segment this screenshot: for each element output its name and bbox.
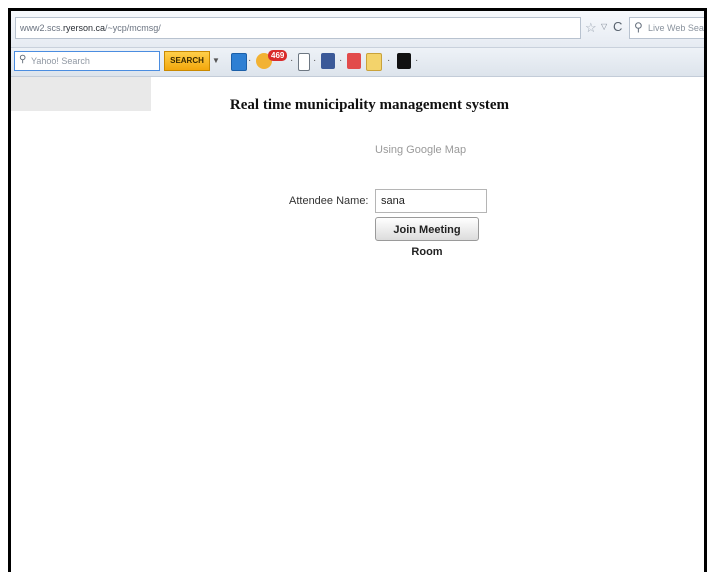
notification-badge: 469	[268, 50, 288, 61]
join-meeting-room-button[interactable]: Join Meeting Room	[375, 217, 479, 258]
page-title: Real time municipality management system	[229, 97, 510, 113]
web-search-input[interactable]: ⚲ Live Web Search	[629, 17, 704, 39]
yahoo-search-input[interactable]: ⚲ Yahoo! Search	[14, 51, 160, 71]
star-icon[interactable]: ☆	[585, 20, 597, 36]
dropdown-arrow-icon[interactable]: ·	[415, 55, 418, 66]
page-subtitle: Using Google Map	[375, 144, 467, 156]
mail-icon[interactable]	[231, 53, 247, 71]
search-icon: ⚲	[634, 20, 643, 34]
dropdown-arrow-icon[interactable]: ·	[248, 55, 251, 66]
widget-icon[interactable]	[366, 53, 382, 71]
page-icon[interactable]	[298, 53, 310, 71]
dropdown-arrow-icon[interactable]: ·	[387, 55, 390, 66]
dropdown-arrow-icon[interactable]: ·	[313, 55, 316, 66]
page-content: Real time municipality management system…	[11, 77, 704, 572]
app-icon[interactable]	[397, 53, 411, 69]
browser-window: www2.scs.ryerson.ca/~ycp/mcmsg/ ☆ ▽ C ⚲ …	[8, 8, 707, 572]
attendee-name-label: Attendee Name:	[289, 195, 369, 207]
attendee-name-input[interactable]	[375, 189, 487, 213]
reload-icon[interactable]: C	[613, 19, 622, 34]
facebook-icon[interactable]	[321, 53, 335, 69]
yahoo-toolbar: ⚲ Yahoo! Search SEARCH ▼ · 469 · · · · ·	[11, 48, 704, 77]
youtube-icon[interactable]	[347, 53, 361, 69]
search-icon: ⚲	[19, 54, 27, 65]
address-bar-row: www2.scs.ryerson.ca/~ycp/mcmsg/ ☆ ▽ C ⚲ …	[11, 11, 704, 48]
dropdown-arrow-icon[interactable]: ·	[290, 55, 293, 66]
dropdown-arrow-icon[interactable]: ▽	[601, 22, 607, 31]
dropdown-arrow-icon[interactable]: ·	[339, 55, 342, 66]
search-button[interactable]: SEARCH	[164, 51, 210, 71]
chevron-down-icon[interactable]: ▼	[212, 56, 220, 65]
url-input[interactable]: www2.scs.ryerson.ca/~ycp/mcmsg/	[15, 17, 581, 39]
